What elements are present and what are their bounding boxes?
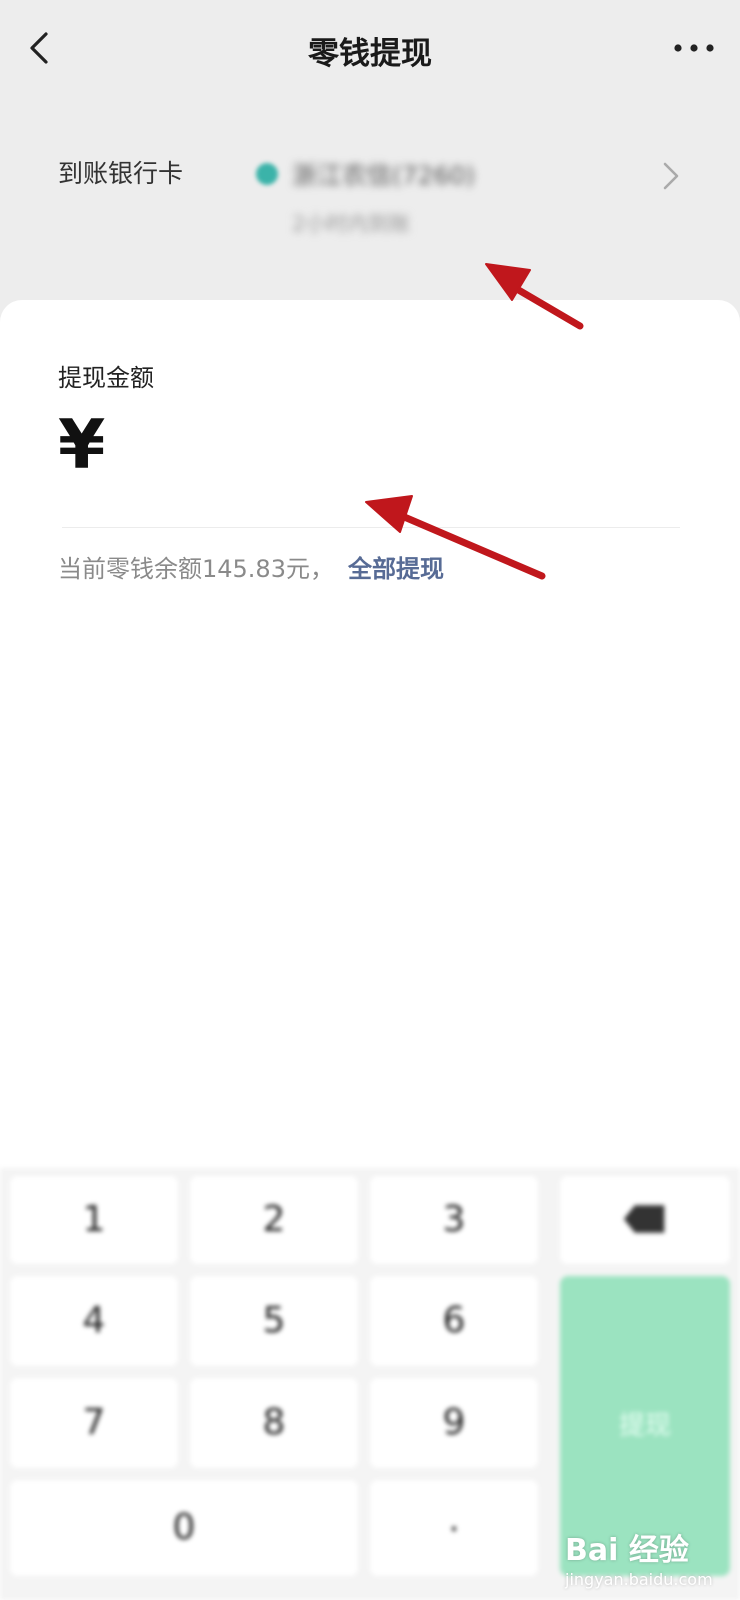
key-2[interactable]: 2 [190, 1176, 358, 1264]
key-1[interactable]: 1 [10, 1176, 178, 1264]
amount-label: 提现金额 [58, 364, 154, 392]
key-7[interactable]: 7 [10, 1378, 178, 1468]
page-title: 零钱提现 [308, 36, 432, 72]
chevron-right-icon[interactable] [660, 160, 682, 192]
arrival-time-note: 2小时内到账 [292, 212, 411, 236]
key-3[interactable]: 3 [370, 1176, 538, 1264]
backspace-icon [623, 1205, 665, 1233]
baidu-watermark-url: jingyan.baidu.com [565, 1570, 713, 1589]
balance-text: 当前零钱余额145.83元， [58, 555, 334, 583]
nav-bar: 零钱提现 [0, 0, 740, 100]
key-0[interactable]: 0 [10, 1480, 358, 1576]
key-dot[interactable]: . [370, 1480, 538, 1576]
key-delete[interactable] [560, 1176, 730, 1264]
bank-card-name[interactable]: 浙江农信(7260) [292, 156, 475, 192]
key-5[interactable]: 5 [190, 1276, 358, 1366]
withdraw-all-link[interactable]: 全部提现 [348, 549, 444, 584]
currency-symbol[interactable]: ¥ [58, 412, 105, 480]
bank-card-selector[interactable] [0, 100, 740, 300]
bank-logo-icon [256, 163, 278, 185]
key-9[interactable]: 9 [370, 1378, 538, 1468]
key-6[interactable]: 6 [370, 1276, 538, 1366]
key-4[interactable]: 4 [10, 1276, 178, 1366]
bank-card-label: 到账银行卡 [58, 159, 184, 188]
more-dots-icon[interactable] [672, 36, 716, 60]
key-8[interactable]: 8 [190, 1378, 358, 1468]
amount-divider [62, 527, 680, 528]
baidu-watermark-logo: Bai 经验 [565, 1533, 689, 1568]
